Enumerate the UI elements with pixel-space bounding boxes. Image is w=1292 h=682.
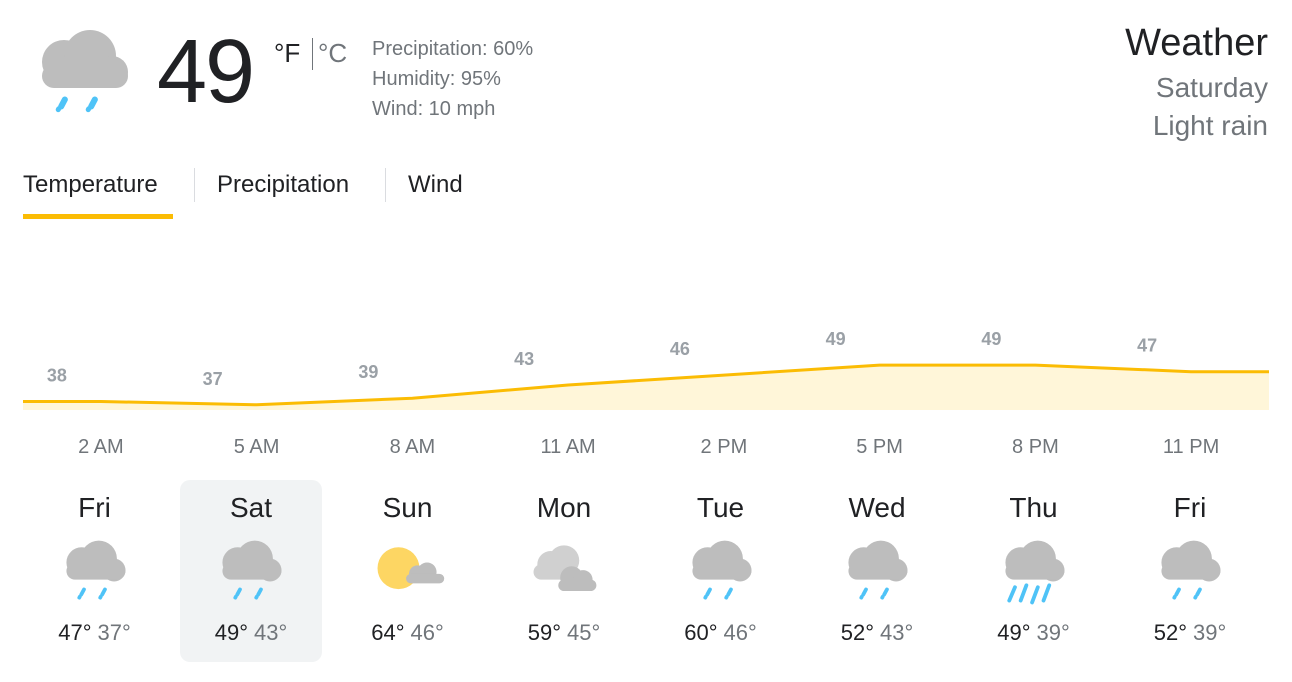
heavy-rain-icon	[1004, 540, 1064, 605]
tab-precipitation[interactable]: Precipitation	[217, 166, 349, 214]
day-low: 39°	[1036, 620, 1070, 645]
day-card-3[interactable]: Mon 59° 45°	[493, 480, 635, 662]
day-card-4[interactable]: Tue 60° 46°	[650, 480, 792, 662]
day-low: 37°	[97, 620, 131, 645]
day-card-6[interactable]: Thu 49° 39°	[963, 480, 1105, 662]
day-high: 52°	[1153, 620, 1187, 645]
weather-day: Saturday	[1155, 72, 1268, 103]
day-temps: 49° 39°	[963, 620, 1105, 646]
day-high: 49°	[997, 620, 1031, 645]
day-card-5[interactable]: Wed 52° 43°	[806, 480, 948, 662]
day-temps: 47° 37°	[24, 620, 166, 646]
day-high: 64°	[371, 620, 405, 645]
chart-x-label: 11 PM	[1163, 436, 1219, 458]
chart-value-label: 39	[358, 362, 378, 382]
partly-sunny-icon	[377, 547, 444, 590]
chart-value-label: 49	[826, 329, 846, 349]
day-temps: 52° 39°	[1119, 620, 1261, 646]
day-temps: 59° 45°	[493, 620, 635, 646]
chart-x-label: 11 AM	[540, 436, 595, 458]
chart-x-label: 5 AM	[234, 436, 280, 458]
day-name: Sun	[382, 492, 433, 523]
current-temperature: 49	[157, 22, 255, 122]
day-low: 43°	[254, 620, 288, 645]
chart-value-label: 47	[1137, 336, 1157, 356]
day-name: Wed	[848, 492, 906, 523]
day-card-7[interactable]: Fri 52° 39°	[1119, 480, 1261, 662]
cloudy-icon	[533, 545, 597, 592]
day-high: 49°	[214, 620, 248, 645]
chart-value-label: 38	[47, 366, 67, 386]
day-low: 43°	[880, 620, 914, 645]
chart-value-label: 46	[670, 339, 690, 359]
day-high: 52°	[840, 620, 874, 645]
day-card-2[interactable]: Sun 64° 46°	[337, 480, 479, 662]
rain-cloud-icon	[42, 30, 128, 113]
weather-header: 49 °F °C Precipitation: 60% Humidity: 95…	[0, 0, 1292, 150]
day-high: 60°	[684, 620, 718, 645]
weather-title: Weather	[1125, 22, 1268, 64]
day-low: 45°	[567, 620, 601, 645]
humidity-text: Humidity: 95%	[372, 68, 501, 90]
unit-celsius-toggle[interactable]: °C	[318, 38, 347, 69]
weather-condition: Light rain	[1152, 110, 1268, 141]
day-card-1[interactable]: Sat 49° 43°	[180, 480, 322, 662]
chart-x-label: 2 PM	[701, 436, 748, 458]
day-high: 47°	[58, 620, 92, 645]
tab-wind[interactable]: Wind	[408, 166, 463, 214]
day-temps: 60° 46°	[650, 620, 792, 646]
tab-divider	[385, 168, 386, 202]
unit-fahrenheit-toggle[interactable]: °F	[274, 38, 300, 69]
wind-text: Wind: 10 mph	[372, 98, 496, 120]
chart-x-label: 8 AM	[390, 436, 436, 458]
rain-icon	[65, 540, 125, 600]
day-name: Thu	[1009, 492, 1058, 523]
chart-x-label: 2 AM	[78, 436, 124, 458]
rain-icon	[691, 540, 751, 600]
chart-x-label: 5 PM	[856, 436, 903, 458]
tab-temperature[interactable]: Temperature	[23, 166, 173, 219]
day-temps: 49° 43°	[180, 620, 322, 646]
day-name: Mon	[536, 492, 592, 523]
chart-value-label: 37	[203, 369, 223, 389]
unit-divider	[312, 38, 313, 70]
day-high: 59°	[527, 620, 561, 645]
daily-forecast: Fri 47° 37° Sat 49° 43° Sun 64° 46° Mon 59° 45° Tue 6…	[0, 480, 1292, 670]
day-low: 46°	[723, 620, 757, 645]
day-name: Sat	[229, 492, 273, 523]
day-temps: 52° 43°	[806, 620, 948, 646]
day-temps: 64° 46°	[337, 620, 479, 646]
chart-value-label: 43	[514, 349, 534, 369]
rain-icon	[222, 540, 282, 600]
chart-x-label: 8 PM	[1012, 436, 1059, 458]
day-name: Fri	[78, 492, 111, 523]
precipitation-text: Precipitation: 60%	[372, 38, 534, 60]
chart-value-label: 49	[981, 329, 1001, 349]
rain-icon	[1161, 540, 1221, 600]
temperature-chart: 38 2 AM 37 5 AM 39 8 AM 43 11 AM 46 2 PM 49 5 PM 49 8…	[23, 329, 1269, 458]
rain-icon	[848, 540, 908, 600]
day-low: 39°	[1193, 620, 1227, 645]
day-name: Tue	[696, 492, 745, 523]
day-low: 46°	[410, 620, 444, 645]
day-name: Fri	[1173, 492, 1207, 523]
current-details: Precipitation: 60% Humidity: 95% Wind: 1…	[372, 34, 533, 124]
tab-divider	[194, 168, 195, 202]
day-card-0[interactable]: Fri 47° 37°	[24, 480, 166, 662]
